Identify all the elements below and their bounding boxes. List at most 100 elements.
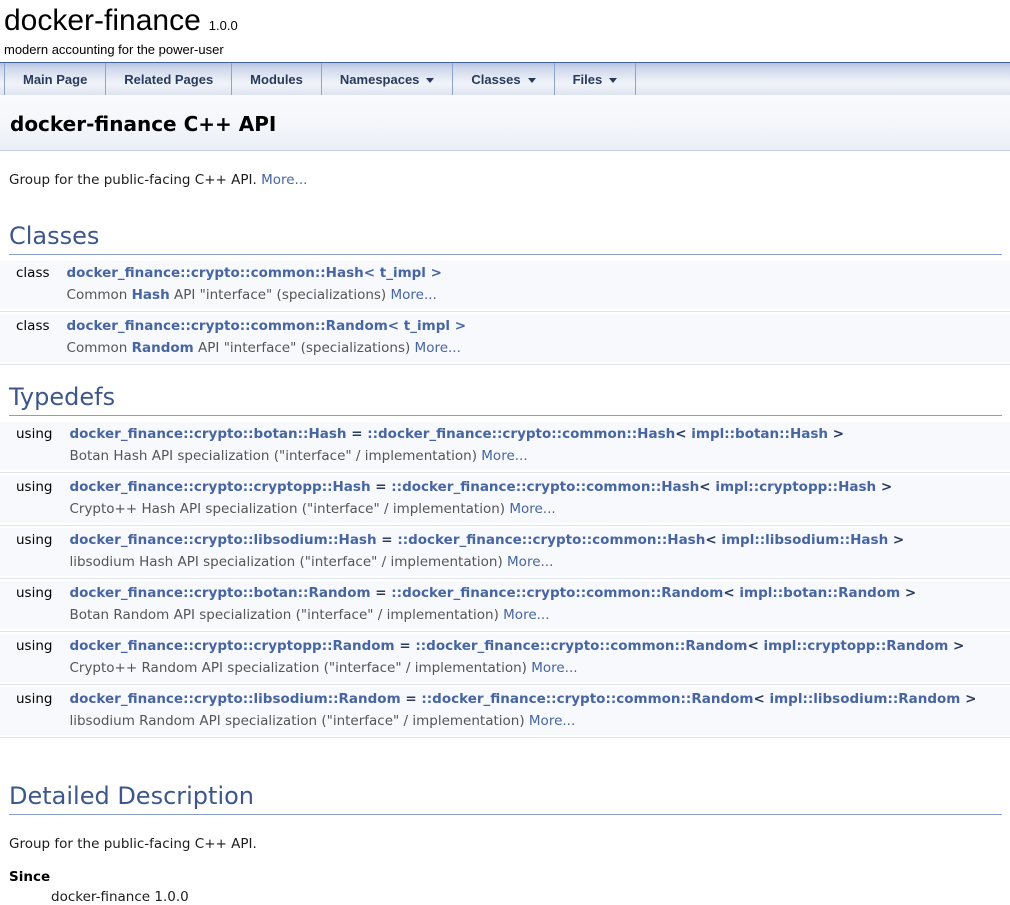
table-row-desc: Crypto++ Hash API specialization ("inter… <box>0 498 1010 523</box>
target-type-link[interactable]: ::docker_finance::crypto::common::Random <box>415 638 747 654</box>
tab-classes[interactable]: Classes <box>453 63 554 95</box>
table-row-desc: libsodium Hash API specialization ("inte… <box>0 551 1010 576</box>
member-brief: libsodium Random API specialization ("in… <box>69 710 1010 735</box>
target-type-link[interactable]: ::docker_finance::crypto::common::Hash <box>397 532 705 548</box>
template-arg-link[interactable]: impl::libsodium::Hash <box>721 532 888 548</box>
table-row: using docker_finance::crypto::cryptopp::… <box>0 632 1010 657</box>
project-brief: modern accounting for the power-user <box>4 42 1010 57</box>
project-version: 1.0.0 <box>201 18 238 33</box>
typedef-link[interactable]: docker_finance::crypto::botan::Random <box>69 585 370 601</box>
page-title: docker-finance C++ API <box>10 112 1000 136</box>
member-brief: Common Random API "interface" (specializ… <box>67 337 1010 362</box>
classes-table: class docker_finance::crypto::common::Ha… <box>0 259 1010 365</box>
template-close: > <box>888 532 904 548</box>
template-open: < <box>699 479 715 495</box>
member-name-cell: docker_finance::crypto::libsodium::Rando… <box>69 685 1010 710</box>
masthead: docker-finance1.0.0 modern accounting fo… <box>0 0 1010 62</box>
member-name-cell: docker_finance::crypto::botan::Random = … <box>69 579 1010 604</box>
more-link[interactable]: More... <box>415 340 461 356</box>
template-open: < <box>675 426 691 442</box>
section-heading-classes: Classes <box>9 222 1002 255</box>
more-link[interactable]: More... <box>390 287 436 303</box>
brief-text: Botan Random API specialization ("interf… <box>69 607 503 623</box>
typedef-link[interactable]: docker_finance::crypto::libsodium::Hash <box>69 532 376 548</box>
equals-text: = <box>371 479 392 495</box>
member-kind: using <box>0 420 69 445</box>
more-link[interactable]: More... <box>481 448 527 464</box>
template-close: > <box>960 691 976 707</box>
brief-description: Group for the public-facing C++ API. Mor… <box>9 172 1000 188</box>
typedef-link[interactable]: docker_finance::crypto::cryptopp::Random <box>69 638 394 654</box>
template-open: < <box>747 638 763 654</box>
table-row: using docker_finance::crypto::libsodium:… <box>0 685 1010 710</box>
brief-text: API "interface" (specializations) <box>170 287 391 303</box>
member-brief: Crypto++ Random API specialization ("int… <box>69 657 1010 682</box>
template-close: > <box>876 479 892 495</box>
table-row-desc: Crypto++ Random API specialization ("int… <box>0 657 1010 682</box>
target-type-link[interactable]: ::docker_finance::crypto::common::Random <box>421 691 753 707</box>
table-row: class docker_finance::crypto::common::Ha… <box>0 259 1010 284</box>
member-brief: Botan Hash API specialization ("interfac… <box>69 445 1010 470</box>
member-name-cell: docker_finance::crypto::common::Hash< t_… <box>67 259 1010 284</box>
contents: Group for the public-facing C++ API. Mor… <box>0 172 1010 905</box>
template-arg-link[interactable]: impl::cryptopp::Random <box>763 638 948 654</box>
target-type-link[interactable]: ::docker_finance::crypto::common::Hash <box>367 426 675 442</box>
detailed-description-text: Group for the public-facing C++ API. <box>9 836 1000 852</box>
template-arg-link[interactable]: impl::libsodium::Random <box>769 691 960 707</box>
tab-related-pages[interactable]: Related Pages <box>106 63 232 95</box>
target-type-link[interactable]: ::docker_finance::crypto::common::Hash <box>391 479 699 495</box>
class-link[interactable]: docker_finance::crypto::common::Random< … <box>67 318 467 334</box>
desc-spacer <box>0 445 69 470</box>
more-link[interactable]: More... <box>529 713 575 729</box>
member-brief: Common Hash API "interface" (specializat… <box>67 284 1010 309</box>
table-row-desc: Common Random API "interface" (specializ… <box>0 337 1010 362</box>
typedef-link[interactable]: docker_finance::crypto::libsodium::Rando… <box>69 691 400 707</box>
table-row: using docker_finance::crypto::libsodium:… <box>0 526 1010 551</box>
table-row: class docker_finance::crypto::common::Ra… <box>0 312 1010 337</box>
template-arg-link[interactable]: impl::botan::Random <box>739 585 900 601</box>
member-brief: Botan Random API specialization ("interf… <box>69 604 1010 629</box>
more-link[interactable]: More... <box>531 660 577 676</box>
table-row-desc: libsodium Random API specialization ("in… <box>0 710 1010 735</box>
template-close: > <box>828 426 844 442</box>
template-close: > <box>948 638 964 654</box>
desc-spacer <box>0 657 69 682</box>
target-type-link[interactable]: ::docker_finance::crypto::common::Random <box>391 585 723 601</box>
member-name-cell: docker_finance::crypto::libsodium::Hash … <box>69 526 1010 551</box>
template-arg-link[interactable]: impl::botan::Hash <box>691 426 828 442</box>
tab-namespaces[interactable]: Namespaces <box>322 63 454 95</box>
member-name-cell: docker_finance::crypto::common::Random< … <box>67 312 1010 337</box>
typedef-link[interactable]: docker_finance::crypto::cryptopp::Hash <box>69 479 370 495</box>
project-name-text: docker-finance <box>4 4 201 37</box>
project-name: docker-finance1.0.0 <box>4 4 1010 42</box>
typedefs-table: using docker_finance::crypto::botan::Has… <box>0 420 1010 738</box>
tab-files[interactable]: Files <box>555 63 637 95</box>
member-name-cell: docker_finance::crypto::cryptopp::Hash =… <box>69 473 1010 498</box>
tab-main-page[interactable]: Main Page <box>4 63 106 95</box>
template-arg-link[interactable]: impl::cryptopp::Hash <box>715 479 876 495</box>
more-link[interactable]: More... <box>509 501 555 517</box>
more-link[interactable]: More... <box>503 607 549 623</box>
table-row-desc: Common Hash API "interface" (specializat… <box>0 284 1010 309</box>
table-row-desc: Botan Random API specialization ("interf… <box>0 604 1010 629</box>
desc-spacer <box>0 710 69 735</box>
since-value: docker-finance 1.0.0 <box>51 889 1000 905</box>
equals-text: = <box>377 532 398 548</box>
brief-text: Group for the public-facing C++ API. <box>9 172 261 188</box>
tab-label: Classes <box>471 72 520 87</box>
class-ref-link[interactable]: Random <box>132 340 194 356</box>
member-kind: using <box>0 526 69 551</box>
class-link[interactable]: docker_finance::crypto::common::Hash< t_… <box>67 265 442 281</box>
more-link[interactable]: More... <box>507 554 553 570</box>
chevron-down-icon <box>528 78 536 83</box>
tab-modules[interactable]: Modules <box>232 63 322 95</box>
since-block: Since docker-finance 1.0.0 <box>9 869 1000 905</box>
more-link[interactable]: More... <box>261 172 307 188</box>
typedef-link[interactable]: docker_finance::crypto::botan::Hash <box>69 426 346 442</box>
member-kind: using <box>0 579 69 604</box>
template-open: < <box>705 532 721 548</box>
equals-text: = <box>371 585 392 601</box>
class-ref-link[interactable]: Hash <box>132 287 170 303</box>
tab-label: Files <box>573 72 603 87</box>
member-kind: using <box>0 473 69 498</box>
